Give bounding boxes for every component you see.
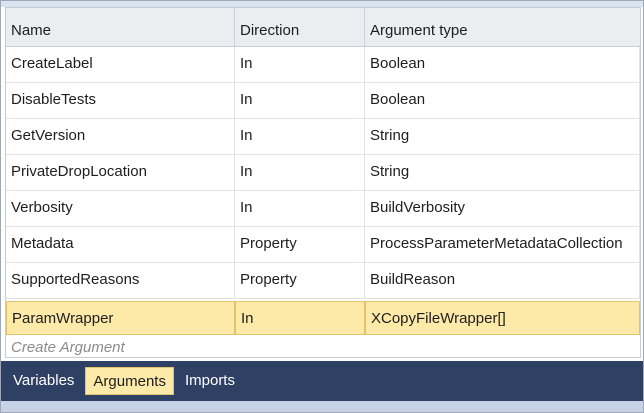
argument-name-cell[interactable]: Metadata [6,227,235,262]
argument-type-cell[interactable]: ProcessParameterMetadataCollection [365,227,640,262]
argument-name-cell[interactable]: ParamWrapper [6,301,235,335]
table-row[interactable]: DisableTests In Boolean [6,83,640,119]
tab-arguments[interactable]: Arguments [85,367,174,395]
argument-type-cell[interactable]: BuildReason [365,263,640,298]
arguments-panel: Name Direction Argument type CreateLabel… [0,0,644,413]
argument-name-cell[interactable]: DisableTests [6,83,235,118]
argument-direction-cell[interactable]: Property [235,227,365,262]
table-row-selected[interactable]: ParamWrapper In XCopyFileWrapper[] [6,301,640,335]
argument-name-cell[interactable]: SupportedReasons [6,263,235,298]
column-header-name[interactable]: Name [6,8,235,46]
create-argument-row[interactable]: Create Argument [6,335,640,357]
argument-type-cell[interactable]: XCopyFileWrapper[] [365,301,640,335]
argument-direction-cell[interactable]: In [235,119,365,154]
argument-direction-cell[interactable]: In [235,47,365,82]
argument-type-cell[interactable]: Boolean [365,83,640,118]
argument-direction-cell[interactable]: In [235,191,365,226]
argument-type-cell[interactable]: BuildVerbosity [365,191,640,226]
table-row[interactable]: PrivateDropLocation In String [6,155,640,191]
argument-type-cell[interactable]: Boolean [365,47,640,82]
arguments-grid: Name Direction Argument type CreateLabel… [5,7,641,358]
argument-name-cell[interactable]: Verbosity [6,191,235,226]
argument-name-cell[interactable]: PrivateDropLocation [6,155,235,190]
column-header-argument-type[interactable]: Argument type [365,8,640,46]
table-row[interactable]: SupportedReasons Property BuildReason [6,263,640,299]
argument-direction-cell[interactable]: In [235,155,365,190]
tab-imports[interactable]: Imports [178,367,242,395]
panel-bottom-border [1,401,643,412]
argument-name-cell[interactable]: GetVersion [6,119,235,154]
designer-tab-bar: Variables Arguments Imports [1,361,643,401]
table-row[interactable]: GetVersion In String [6,119,640,155]
table-row[interactable]: Metadata Property ProcessParameterMetada… [6,227,640,263]
argument-type-cell[interactable]: String [365,119,640,154]
table-row[interactable]: Verbosity In BuildVerbosity [6,191,640,227]
argument-type-cell[interactable]: String [365,155,640,190]
argument-direction-cell[interactable]: In [235,83,365,118]
argument-direction-cell[interactable]: Property [235,263,365,298]
tab-variables[interactable]: Variables [6,367,81,395]
table-row[interactable]: CreateLabel In Boolean [6,47,640,83]
argument-name-cell[interactable]: CreateLabel [6,47,235,82]
argument-direction-cell[interactable]: In [235,301,365,335]
grid-header: Name Direction Argument type [6,8,640,47]
column-header-direction[interactable]: Direction [235,8,365,46]
